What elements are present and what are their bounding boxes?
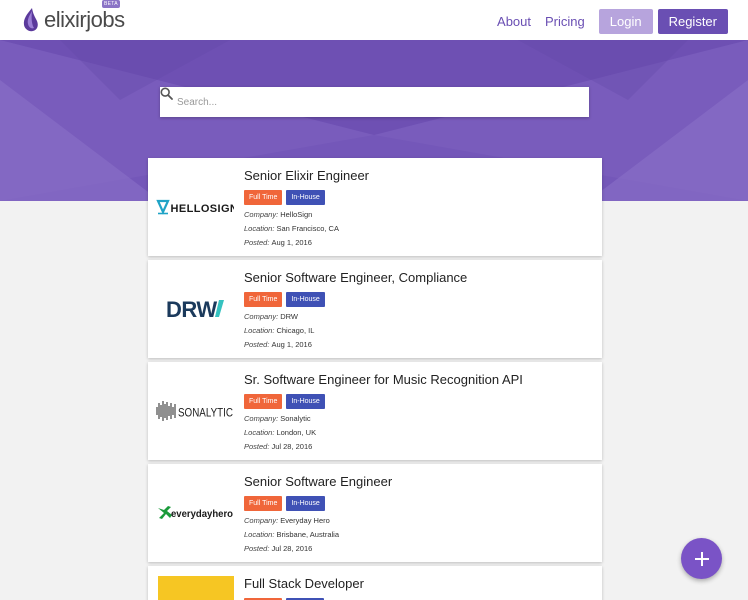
job-title[interactable]: Senior Software Engineer	[244, 474, 392, 490]
everydayhero-logo-text: everydayhero	[171, 509, 233, 520]
job-title[interactable]: Senior Elixir Engineer	[244, 168, 369, 184]
company-logo-hellosign: HELLOSIGN	[156, 170, 234, 244]
job-posted: Posted: Aug 1, 2016	[244, 238, 312, 247]
brand-name: elixirjobs	[44, 7, 125, 32]
job-title[interactable]: Sr. Software Engineer for Music Recognit…	[244, 372, 523, 388]
nav-pricing-link[interactable]: Pricing	[545, 14, 585, 29]
tag-full-time: Full Time	[244, 292, 283, 307]
job-card[interactable]: everydayhero Senior Software Engineer Fu…	[148, 464, 602, 562]
job-card[interactable]: DRW Senior Software Engineer, Compliance…	[148, 260, 602, 358]
nav-about-link[interactable]: About	[497, 14, 531, 29]
job-location: Location: San Francisco, CA	[244, 224, 339, 233]
job-company: Company: Everyday Hero	[244, 516, 330, 525]
tag-full-time: Full Time	[244, 190, 283, 205]
nav: About Pricing Login Register	[497, 9, 728, 34]
job-company: Company: DRW	[244, 312, 298, 321]
search-bar[interactable]	[160, 87, 589, 117]
company-logo-sonalytic: SONALYTIC	[156, 374, 234, 448]
company-logo-drw: DRW	[156, 272, 234, 346]
company-logo	[158, 576, 234, 600]
search-input[interactable]	[177, 96, 557, 108]
job-list: HELLOSIGN Senior Elixir Engineer Full Ti…	[148, 158, 602, 600]
tag-in-house: In-House	[286, 190, 325, 205]
beta-badge: BETA	[102, 0, 120, 8]
plus-icon	[694, 551, 709, 566]
job-card[interactable]: Full Stack Developer	[148, 566, 602, 600]
sonalytic-logo-text: SONALYTIC	[178, 406, 233, 420]
post-job-fab[interactable]	[681, 538, 722, 579]
job-posted: Posted: Aug 1, 2016	[244, 340, 312, 349]
job-location: Location: Brisbane, Australia	[244, 530, 339, 539]
job-posted: Posted: Jul 28, 2016	[244, 544, 313, 553]
job-title[interactable]: Full Stack Developer	[244, 576, 364, 592]
hellosign-logo-text: HELLOSIGN	[171, 203, 235, 215]
brand[interactable]: elixirjobs	[22, 6, 125, 34]
tag-full-time: Full Time	[244, 496, 283, 511]
job-company: Company: Sonalytic	[244, 414, 311, 423]
job-company: Company: HelloSign	[244, 210, 313, 219]
job-title[interactable]: Senior Software Engineer, Compliance	[244, 270, 467, 286]
tag-full-time: Full Time	[244, 394, 283, 409]
drw-logo-text: DRW	[166, 297, 217, 322]
company-logo-everydayhero: everydayhero	[156, 476, 234, 550]
register-button[interactable]: Register	[657, 9, 728, 34]
tag-in-house: In-House	[286, 496, 325, 511]
top-navbar: elixirjobs BETA About Pricing Login Regi…	[0, 0, 748, 40]
elixir-drop-logo	[23, 8, 38, 32]
tag-in-house: In-House	[286, 394, 325, 409]
job-location: Location: London, UK	[244, 428, 317, 437]
job-card[interactable]: HELLOSIGN Senior Elixir Engineer Full Ti…	[148, 158, 602, 256]
login-button[interactable]: Login	[598, 9, 653, 34]
job-posted: Posted: Jul 28, 2016	[244, 442, 313, 451]
job-card[interactable]: SONALYTIC Sr. Software Engineer for Musi…	[148, 362, 602, 460]
job-location: Location: Chicago, IL	[244, 326, 315, 335]
tag-in-house: In-House	[286, 292, 325, 307]
